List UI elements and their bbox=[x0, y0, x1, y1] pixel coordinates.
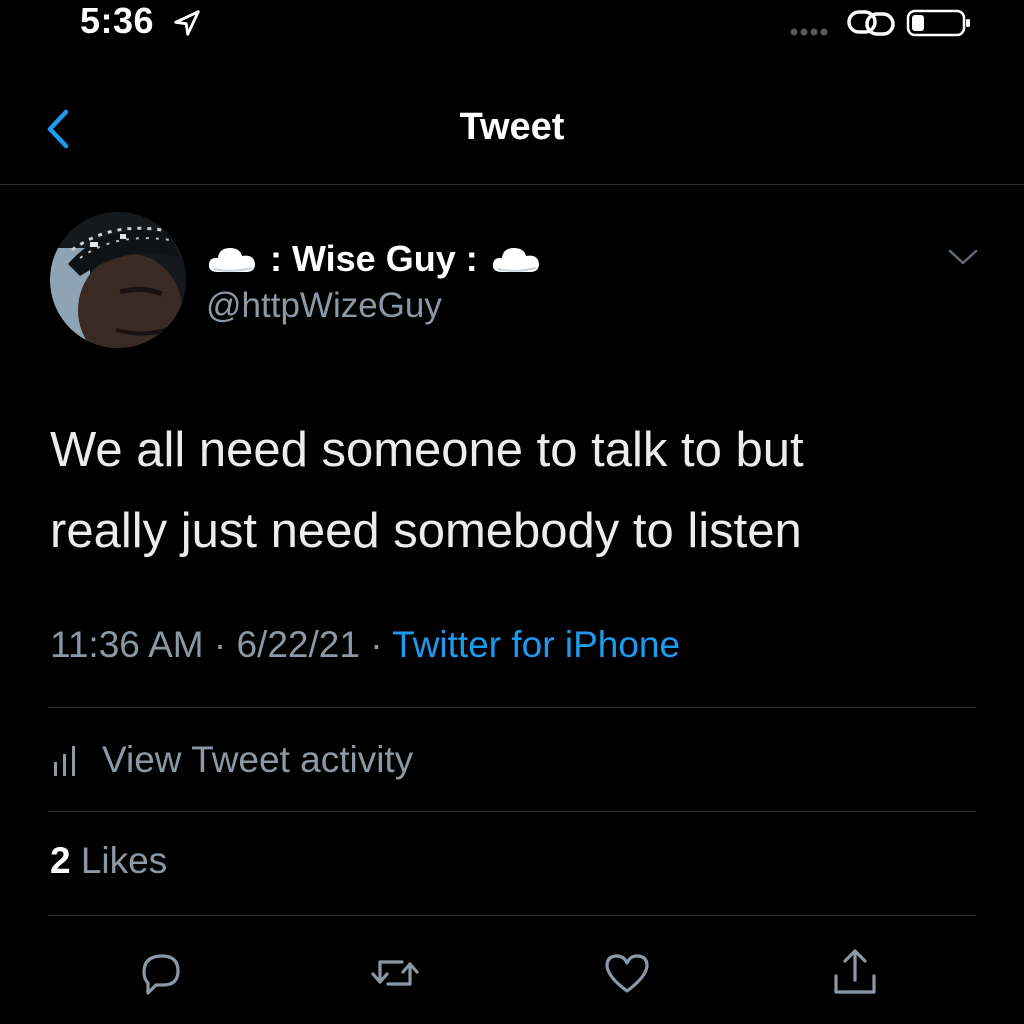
cloud-icon bbox=[492, 248, 539, 272]
chevron-down-icon[interactable] bbox=[944, 242, 982, 272]
location-arrow-icon bbox=[174, 10, 200, 36]
tweet-text: We all need someone to talk to but really… bbox=[50, 410, 980, 572]
like-icon[interactable] bbox=[600, 946, 654, 1000]
cloud-icon bbox=[208, 248, 255, 272]
avatar-image bbox=[50, 212, 186, 348]
signal-dots-icon bbox=[790, 28, 828, 36]
display-name-text: : Wise Guy : bbox=[270, 238, 478, 279]
link-icon bbox=[847, 10, 895, 36]
tweet-meta: 11:36 AM · 6/22/21 · Twitter for iPhone bbox=[50, 624, 680, 666]
status-time: 5:36 bbox=[80, 0, 155, 41]
divider bbox=[48, 811, 976, 812]
nav-bar: Tweet bbox=[0, 80, 1024, 185]
tweet-text-line: really just need somebody to listen bbox=[50, 504, 802, 558]
share-icon[interactable] bbox=[828, 946, 882, 1000]
meta-separator: · bbox=[359, 624, 393, 665]
likes-label: Likes bbox=[70, 840, 168, 881]
likes-summary[interactable]: 2 Likes bbox=[50, 840, 167, 882]
page-title: Tweet bbox=[459, 106, 565, 148]
activity-label: View Tweet activity bbox=[102, 739, 414, 780]
view-tweet-activity-button[interactable]: View Tweet activity bbox=[50, 730, 413, 790]
bar-chart-icon bbox=[54, 746, 75, 776]
tweet-source-link[interactable]: Twitter for iPhone bbox=[392, 624, 680, 665]
meta-separator: · bbox=[203, 624, 237, 665]
battery-icon bbox=[906, 9, 970, 37]
retweet-icon[interactable] bbox=[368, 946, 422, 1000]
user-handle[interactable]: @httpWizeGuy bbox=[206, 286, 442, 326]
tweet-date: 6/22/21 bbox=[236, 624, 360, 665]
divider bbox=[48, 707, 976, 708]
likes-count: 2 bbox=[50, 840, 71, 881]
status-bar: 5:36 bbox=[0, 0, 1024, 50]
avatar[interactable] bbox=[50, 212, 186, 348]
tweet-text-line: We all need someone to talk to but bbox=[50, 423, 804, 477]
divider bbox=[48, 915, 976, 916]
reply-icon[interactable] bbox=[134, 946, 188, 1000]
tweet-time: 11:36 AM bbox=[50, 624, 204, 665]
tweet-author: : Wise Guy : @httpWizeGuy bbox=[0, 200, 1024, 360]
display-name[interactable]: : Wise Guy : bbox=[206, 234, 542, 284]
